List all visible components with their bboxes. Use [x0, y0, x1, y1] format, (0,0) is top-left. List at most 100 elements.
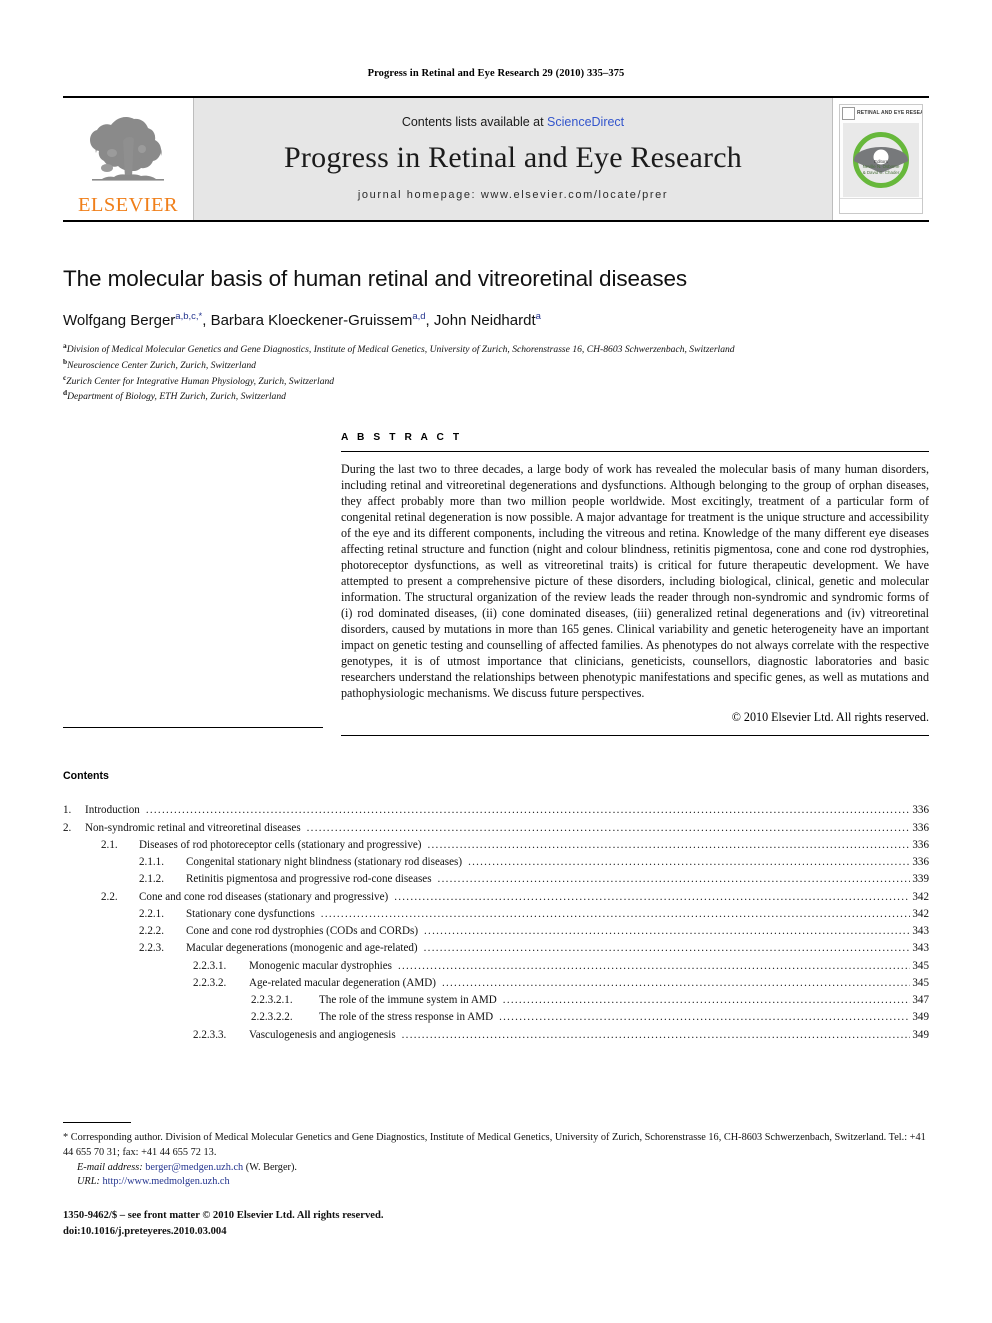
toc-entry[interactable]: 2. Non-syndromic retinal and vitreoretina…	[63, 820, 929, 837]
toc-entry-page: 342	[912, 907, 929, 920]
cover-journal-name: RETINAL AND EYE RESEARCH	[857, 109, 922, 116]
footnote-divider	[63, 1122, 131, 1123]
abstract-label: A B S T R A C T	[341, 432, 463, 444]
toc-entry[interactable]: 2.1.2. Retinitis pigmentosa and progressi…	[63, 871, 929, 888]
author-name: John Neidhardt	[433, 312, 536, 329]
toc-entry-number: 2.2.3.1.	[193, 959, 227, 972]
toc-entry-label: Age-related macular degeneration (AMD)	[249, 976, 436, 989]
toc-entry-label: Cone and cone rod diseases (stationary a…	[139, 890, 389, 903]
toc-entry[interactable]: 2.1.1. Congenital stationary night blindn…	[63, 854, 929, 871]
toc-entry[interactable]: 2.2.3.2.2. The role of the stress respons…	[63, 1009, 929, 1026]
toc-entry-label: Macular degenerations (monogenic and age…	[186, 942, 418, 955]
doi-line: doi:10.1016/j.preteyeres.2010.03.004	[63, 1225, 227, 1237]
toc-entry[interactable]: 2.2.3.3. Vasculogenesis and angiogenesis.…	[63, 1027, 929, 1044]
toc-entry[interactable]: 1. Introduction..........................…	[63, 802, 929, 819]
toc-entry-page: 349	[912, 1028, 929, 1041]
toc-entry[interactable]: 2.2.3.2.1. The role of the immune system …	[63, 992, 929, 1009]
toc-entry-page: 339	[912, 873, 929, 886]
toc-entry-label: Diseases of rod photoreceptor cells (sta…	[139, 838, 422, 851]
toc-entry[interactable]: 2.1. Diseases of rod photoreceptor cells …	[63, 837, 929, 854]
cover-editor-2: & David C. Chader	[862, 170, 900, 176]
sciencedirect-link[interactable]: ScienceDirect	[547, 115, 624, 129]
affiliation-text: Division of Medical Molecular Genetics a…	[66, 344, 735, 356]
email-link[interactable]: berger@medgen.uzh.ch	[145, 1162, 243, 1173]
affiliation-text: Zurich Center for Integrative Human Phys…	[66, 375, 335, 387]
toc-entry-page: 345	[912, 959, 929, 972]
toc-entry[interactable]: 2.2.3.1. Monogenic macular dystrophies...…	[63, 958, 929, 975]
toc-leader-dots: ........................................…	[394, 890, 910, 903]
toc-entry-label: Stationary cone dysfunctions	[186, 907, 315, 920]
affiliation-text: Neuroscience Center Zurich, Zurich, Swit…	[67, 359, 256, 371]
toc-entry-page: 336	[912, 804, 929, 817]
abstract-top-rule	[341, 451, 929, 453]
toc-leader-dots: ........................................…	[502, 994, 911, 1007]
toc-entry[interactable]: 2.2. Cone and cone rod diseases (stationa…	[63, 889, 929, 906]
toc-entry-page: 336	[912, 856, 929, 869]
toc-entry-page: 336	[912, 821, 929, 834]
toc-entry-page: 342	[912, 890, 929, 903]
toc-entry[interactable]: 2.2.1. Stationary cone dysfunctions......…	[63, 906, 929, 923]
journal-title: Progress in Retinal and Eye Research	[284, 141, 742, 174]
author-list: Wolfgang Bergera,b,c,*, Barbara Kloecken…	[63, 311, 541, 329]
toc-leader-dots: ........................................…	[397, 959, 910, 972]
toc-entry-number: 2.2.3.3.	[193, 1028, 227, 1041]
elsevier-tree-icon	[90, 117, 164, 181]
toc-leader-dots: ........................................…	[401, 1028, 911, 1041]
toc-entry-number: 2.2.2.	[139, 925, 164, 938]
author-affiliation-marks: a	[535, 311, 541, 322]
affiliation-list: aDivision of Medical Molecular Genetics …	[63, 341, 929, 404]
toc-entry-page: 345	[912, 976, 929, 989]
toc-leader-dots: ........................................…	[306, 821, 911, 834]
url-link[interactable]: http://www.medmolgen.uzh.ch	[102, 1176, 229, 1187]
toc-entry-label: Vasculogenesis and angiogenesis	[249, 1028, 396, 1041]
toc-entry-page: 347	[912, 994, 929, 1007]
toc-entry-label: Retinitis pigmentosa and progressive rod…	[186, 873, 432, 886]
abstract-copyright: © 2010 Elsevier Ltd. All rights reserved…	[731, 710, 929, 725]
toc-entry-number: 1.	[63, 804, 72, 817]
toc-entry-number: 2.2.3.2.2.	[251, 1011, 293, 1024]
toc-entry-label: The role of the stress response in AMD	[319, 1011, 494, 1024]
author-name: Barbara Kloeckener-Gruissem	[210, 312, 413, 329]
journal-homepage-link[interactable]: journal homepage: www.elsevier.com/locat…	[358, 189, 668, 201]
toc-entry-page: 349	[912, 1011, 929, 1024]
url-label: URL:	[77, 1176, 100, 1188]
affiliation-item: aDivision of Medical Molecular Genetics …	[63, 341, 929, 357]
issn-line: 1350-9462/$ – see front matter © 2010 El…	[63, 1210, 384, 1221]
footnotes: * Corresponding author. Division of Medi…	[63, 1122, 929, 1190]
toc-entry-number: 2.2.3.2.1.	[251, 994, 293, 1007]
affiliation-item: dDepartment of Biology, ETH Zurich, Zuri…	[63, 388, 929, 404]
article-first-page: Progress in Retinal and Eye Research 29 …	[0, 0, 992, 1323]
toc-entry-page: 343	[912, 942, 929, 955]
author-affiliation-marks: a,b,c,*	[175, 311, 203, 322]
toc-entry-number: 2.	[63, 821, 72, 834]
masthead-center: Contents lists available at ScienceDirec…	[193, 98, 833, 220]
toc-entry-page: 343	[912, 925, 929, 938]
toc-entry-number: 2.2.1.	[139, 907, 164, 920]
email-label: E-mail address:	[77, 1161, 143, 1173]
toc-entry-number: 2.1.2.	[139, 873, 164, 886]
abstract-section: A B S T R A C T During the last two to t…	[63, 432, 929, 737]
url-note: URL: http://www.medmolgen.uzh.ch	[63, 1175, 929, 1190]
toc-entry[interactable]: 2.2.3.2. Age-related macular degeneration…	[63, 975, 929, 992]
toc-entry-label: Cone and cone rod dystrophies (CODs and …	[186, 925, 419, 938]
toc-entry-label: Monogenic macular dystrophies	[249, 959, 392, 972]
toc-entry[interactable]: 2.2.2. Cone and cone rod dystrophies (COD…	[63, 923, 929, 940]
toc-leader-dots: ........................................…	[145, 804, 911, 817]
journal-cover-thumbnail: RETINAL AND EYE RESEARCH Editors Neville…	[833, 98, 929, 220]
affiliation-item: cZurich Center for Integrative Human Phy…	[63, 373, 929, 389]
contents-available-line: Contents lists available at ScienceDirec…	[402, 115, 624, 129]
contents-heading: Contents	[63, 770, 109, 783]
toc-leader-dots: ........................................…	[499, 1011, 910, 1024]
toc-leader-dots: ........................................…	[320, 907, 911, 920]
journal-masthead: ELSEVIER Contents lists available at Sci…	[63, 96, 929, 222]
author-affiliation-marks: a,d	[412, 311, 426, 322]
elsevier-logo: ELSEVIER	[63, 98, 193, 220]
toc-entry[interactable]: 2.2.3. Macular degenerations (monogenic a…	[63, 940, 929, 957]
running-head: Progress in Retinal and Eye Research 29 …	[367, 68, 625, 79]
toc-leader-dots: ........................................…	[441, 976, 910, 989]
toc-entry-label: Congenital stationary night blindness (s…	[186, 856, 463, 869]
toc-leader-dots: ........................................…	[427, 838, 911, 851]
article-header: The molecular basis of human retinal and…	[63, 266, 929, 404]
affiliation-item: bNeuroscience Center Zurich, Zurich, Swi…	[63, 357, 929, 373]
toc-entry-number: 2.2.3.	[139, 942, 164, 955]
